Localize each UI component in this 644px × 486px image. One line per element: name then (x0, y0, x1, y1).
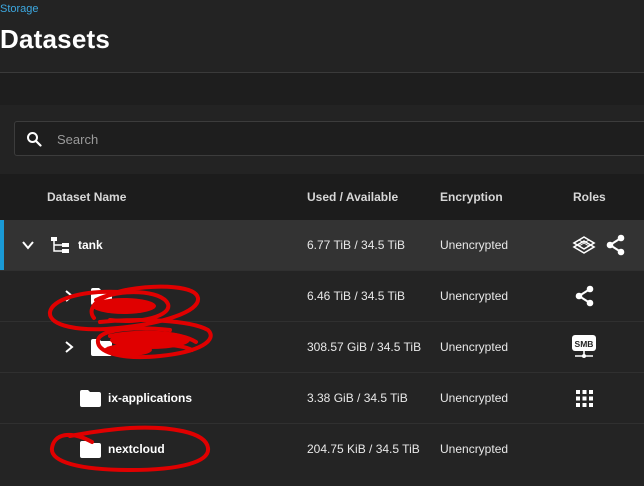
search-icon (27, 132, 42, 147)
search-input[interactable] (55, 122, 619, 157)
encryption-status: Unencrypted (440, 442, 509, 456)
used-available: 204.75 KiB / 34.5 TiB (307, 442, 420, 456)
dataset-name[interactable]: tank (78, 238, 103, 252)
column-encryption[interactable]: Encryption (440, 190, 503, 204)
smb-label: SMB (575, 339, 594, 349)
chevron-down-icon[interactable] (21, 238, 35, 252)
page-title: Datasets (0, 24, 110, 54)
dataset-name[interactable]: ix-applications (108, 391, 192, 405)
encryption-status: Unencrypted (440, 340, 509, 354)
dataset-tree-icon (51, 237, 69, 253)
encryption-status: Unencrypted (440, 289, 509, 303)
column-roles[interactable]: Roles (573, 190, 606, 204)
folder-icon (91, 288, 112, 305)
used-available: 308.57 GiB / 34.5 TiB (307, 340, 422, 354)
column-used-available[interactable]: Used / Available (307, 190, 398, 204)
apps-icon (572, 236, 596, 254)
table-row[interactable]: tank 6.77 TiB / 34.5 TiB Unencrypted (0, 220, 644, 271)
dataset-name[interactable]: nextcloud (108, 442, 165, 456)
smb-share-icon: SMB (572, 335, 596, 358)
used-available: 3.38 GiB / 34.5 TiB (307, 391, 408, 405)
table-row[interactable]: 308.57 GiB / 34.5 TiB Unencrypted SMB (0, 322, 644, 373)
folder-icon (80, 390, 101, 407)
column-dataset-name[interactable]: Dataset Name (47, 190, 126, 204)
breadcrumb[interactable]: Storage (0, 3, 39, 15)
search-box[interactable] (14, 121, 644, 157)
encryption-status: Unencrypted (440, 391, 509, 405)
encryption-status: Unencrypted (440, 238, 509, 252)
folder-icon (80, 441, 101, 458)
share-icon (606, 234, 625, 256)
share-icon (575, 285, 594, 307)
chevron-right-icon[interactable] (62, 289, 76, 303)
table-header: Dataset Name Used / Available Encryption… (0, 174, 644, 220)
table-row[interactable]: nextcloud 204.75 KiB / 34.5 TiB Unencryp… (0, 424, 644, 486)
apps-grid-icon (576, 390, 593, 407)
table-row[interactable]: 6.46 TiB / 34.5 TiB Unencrypted (0, 271, 644, 322)
selected-row-indicator (0, 220, 4, 270)
table-row[interactable]: ix-applications 3.38 GiB / 34.5 TiB Unen… (0, 373, 644, 424)
chevron-right-icon[interactable] (62, 340, 76, 354)
toolbar-band (0, 73, 644, 105)
folder-icon (91, 339, 112, 356)
used-available: 6.46 TiB / 34.5 TiB (307, 289, 406, 303)
used-available: 6.77 TiB / 34.5 TiB (307, 238, 406, 252)
